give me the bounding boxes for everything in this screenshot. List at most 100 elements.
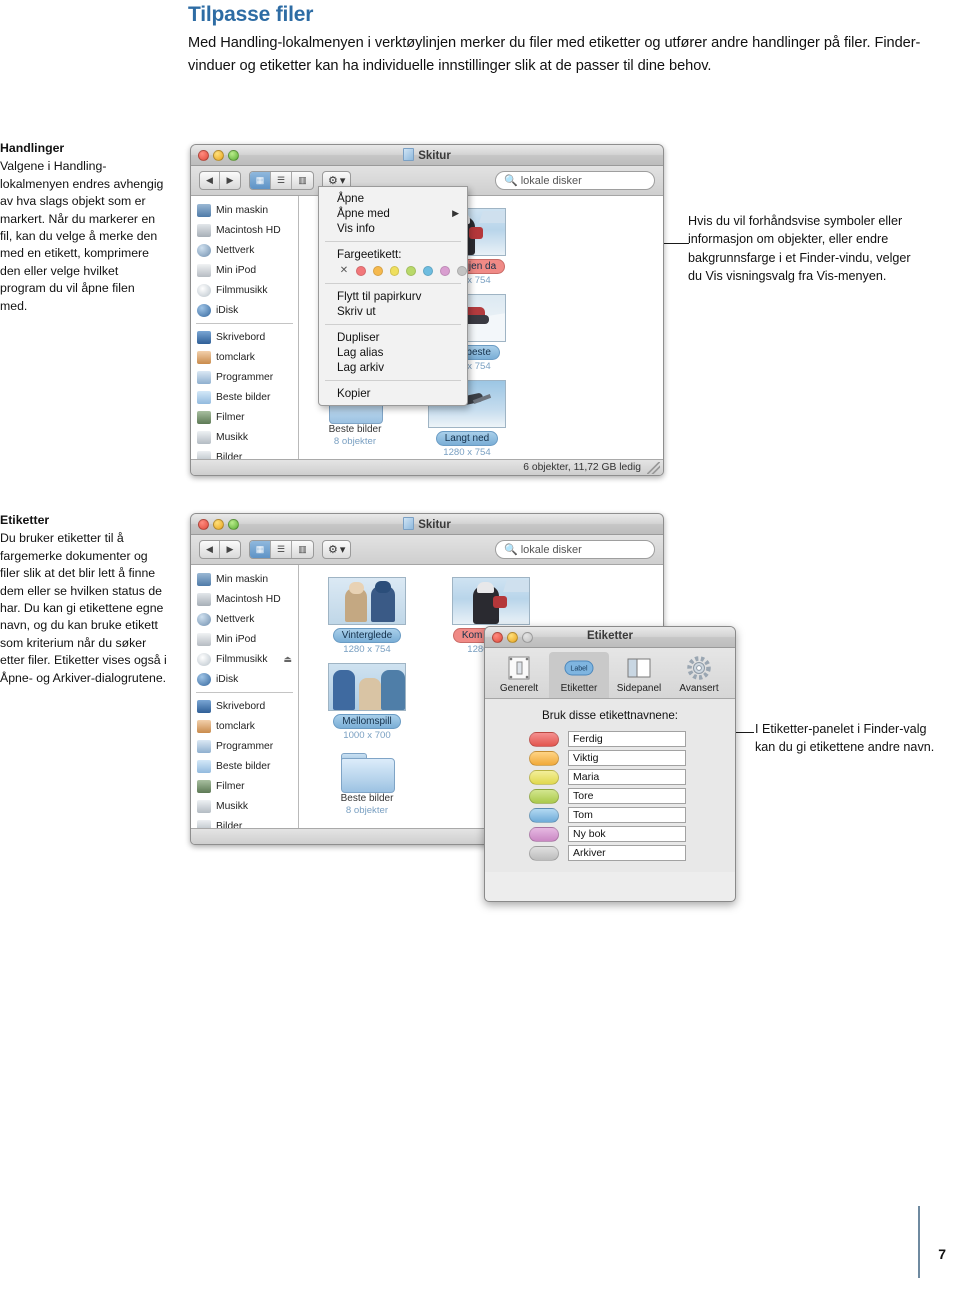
view-switcher[interactable]: ▦ ☰ ▥ bbox=[249, 171, 314, 190]
sidebar-item-macintosh-hd[interactable]: Macintosh HD bbox=[191, 220, 298, 240]
sidebar-item-tomclark[interactable]: tomclark bbox=[191, 347, 298, 367]
prefs-toolbar[interactable]: Generelt Label Etiketter Sidepanel Avans… bbox=[485, 648, 735, 699]
sidebar-item-min-maskin[interactable]: Min maskin bbox=[191, 200, 298, 220]
finder-sidebar[interactable]: Min maskin Macintosh HD Nettverk Min iPo… bbox=[191, 565, 299, 833]
sidebar-item-min-ipod[interactable]: Min iPod bbox=[191, 629, 298, 649]
sidebar-item-programmer[interactable]: Programmer bbox=[191, 736, 298, 756]
menu-item-kopier[interactable]: Kopier bbox=[319, 386, 467, 401]
resize-grip-icon[interactable] bbox=[647, 462, 660, 474]
sidebar-item-macintosh-hd[interactable]: Macintosh HD bbox=[191, 589, 298, 609]
label-row[interactable]: Tom bbox=[529, 807, 735, 823]
icon-view-icon[interactable]: ▦ bbox=[250, 541, 271, 558]
sidebar-item-nettverk[interactable]: Nettverk bbox=[191, 609, 298, 629]
menu-item-flytt-til-papirkurv[interactable]: Flytt til papirkurv bbox=[319, 289, 467, 304]
prefs-titlebar[interactable]: Etiketter bbox=[485, 627, 735, 648]
menu-item-apne[interactable]: Åpne bbox=[319, 191, 467, 206]
nav-buttons[interactable]: ◀ ▶ bbox=[199, 171, 241, 190]
list-view-icon[interactable]: ☰ bbox=[271, 541, 292, 558]
sidebar-item-min-maskin[interactable]: Min maskin bbox=[191, 569, 298, 589]
window-titlebar[interactable]: Skitur bbox=[191, 514, 663, 535]
column-view-icon[interactable]: ▥ bbox=[292, 541, 313, 558]
sidebar-item-idisk[interactable]: iDisk bbox=[191, 300, 298, 320]
label-color-chip[interactable] bbox=[529, 750, 559, 766]
sidebar-item-min-ipod[interactable]: Min iPod bbox=[191, 260, 298, 280]
sidebar-item-skrivebord[interactable]: Skrivebord bbox=[191, 327, 298, 347]
search-input[interactable]: 🔍 lokale disker bbox=[495, 171, 655, 190]
label-name-input[interactable]: Tore bbox=[568, 788, 686, 804]
label-color-chip[interactable] bbox=[529, 807, 559, 823]
sidebar-item-label: Macintosh HD bbox=[216, 224, 281, 236]
label-color-chip[interactable] bbox=[529, 826, 559, 842]
sidebar-item-musikk[interactable]: Musikk bbox=[191, 427, 298, 447]
sidebar-item-idisk[interactable]: iDisk bbox=[191, 669, 298, 689]
view-switcher[interactable]: ▦ ☰ ▥ bbox=[249, 540, 314, 559]
swatch-gray[interactable] bbox=[457, 265, 467, 276]
label-name-input[interactable]: Ferdig bbox=[568, 731, 686, 747]
label-row[interactable]: Viktig bbox=[529, 750, 735, 766]
menu-item-lag-arkiv[interactable]: Lag arkiv bbox=[319, 360, 467, 375]
sidebar-item-nettverk[interactable]: Nettverk bbox=[191, 240, 298, 260]
no-label-icon[interactable]: ✕ bbox=[339, 265, 349, 276]
action-gear-button[interactable]: ⚙ ▾ bbox=[322, 540, 352, 559]
label-row[interactable]: Ny bok bbox=[529, 826, 735, 842]
sidebar-item-tomclark[interactable]: tomclark bbox=[191, 716, 298, 736]
label-row[interactable]: Tore bbox=[529, 788, 735, 804]
nav-buttons[interactable]: ◀ ▶ bbox=[199, 540, 241, 559]
swatch-yellow[interactable] bbox=[389, 265, 400, 276]
swatch-red[interactable] bbox=[355, 265, 366, 276]
forward-arrow-icon[interactable]: ▶ bbox=[220, 541, 240, 558]
menu-item-vis-info[interactable]: Vis info bbox=[319, 221, 467, 236]
menu-item-skriv-ut[interactable]: Skriv ut bbox=[319, 304, 467, 319]
sidebar-item-filmer[interactable]: Filmer bbox=[191, 407, 298, 427]
window-titlebar[interactable]: Skitur bbox=[191, 145, 663, 166]
list-view-icon[interactable]: ☰ bbox=[271, 172, 292, 189]
tab-avansert[interactable]: Avansert bbox=[669, 652, 729, 698]
swatch-blue[interactable] bbox=[423, 265, 434, 276]
menu-item-apne-med[interactable]: Åpne med ▶ bbox=[319, 206, 467, 221]
sidebar-item-programmer[interactable]: Programmer bbox=[191, 367, 298, 387]
sidebar-item-filmmusikk[interactable]: Filmmusikk bbox=[191, 280, 298, 300]
eject-icon[interactable]: ⏏ bbox=[283, 654, 292, 665]
menu-item-dupliser[interactable]: Dupliser bbox=[319, 330, 467, 345]
sidebar-item-skrivebord[interactable]: Skrivebord bbox=[191, 696, 298, 716]
sidebar-item-beste-bilder[interactable]: Beste bilder bbox=[191, 756, 298, 776]
back-arrow-icon[interactable]: ◀ bbox=[200, 541, 220, 558]
action-menu[interactable]: Åpne Åpne med ▶ Vis info Fargeetikett: ✕… bbox=[318, 186, 468, 406]
label-name-input[interactable]: Maria bbox=[568, 769, 686, 785]
label-color-chip[interactable] bbox=[529, 845, 559, 861]
sidebar-item-beste-bilder[interactable]: Beste bilder bbox=[191, 387, 298, 407]
sidebar-item-filmmusikk[interactable]: Filmmusikk ⏏ bbox=[191, 649, 298, 669]
label-color-chip[interactable] bbox=[529, 788, 559, 804]
menu-item-lag-alias[interactable]: Lag alias bbox=[319, 345, 467, 360]
swatch-green[interactable] bbox=[406, 265, 417, 276]
finder-preferences-window[interactable]: Etiketter Generelt Label Etiketter Sidep… bbox=[484, 626, 736, 902]
forward-arrow-icon[interactable]: ▶ bbox=[220, 172, 240, 189]
file-item[interactable]: Vinterglede 1280 x 754 bbox=[321, 577, 413, 655]
label-row[interactable]: Maria bbox=[529, 769, 735, 785]
file-item[interactable]: Beste bilder 8 objekter bbox=[321, 749, 413, 816]
swatch-purple[interactable] bbox=[440, 265, 451, 276]
sidebar-item-filmer[interactable]: Filmer bbox=[191, 776, 298, 796]
sidebar-item-musikk[interactable]: Musikk bbox=[191, 796, 298, 816]
label-color-chip[interactable] bbox=[529, 769, 559, 785]
tab-etiketter[interactable]: Label Etiketter bbox=[549, 652, 609, 698]
tab-generelt[interactable]: Generelt bbox=[489, 652, 549, 698]
finder-toolbar[interactable]: ◀ ▶ ▦ ☰ ▥ ⚙ ▾ 🔍 lokale disker bbox=[191, 535, 663, 565]
back-arrow-icon[interactable]: ◀ bbox=[200, 172, 220, 189]
column-view-icon[interactable]: ▥ bbox=[292, 172, 313, 189]
color-label-swatches[interactable]: ✕ bbox=[319, 262, 467, 278]
sidebar-item-label: Filmer bbox=[216, 780, 245, 792]
icon-view-icon[interactable]: ▦ bbox=[250, 172, 271, 189]
file-item[interactable]: Mellomspill 1000 x 700 bbox=[321, 663, 413, 741]
label-name-input[interactable]: Arkiver bbox=[568, 845, 686, 861]
search-input[interactable]: 🔍 lokale disker bbox=[495, 540, 655, 559]
swatch-orange[interactable] bbox=[372, 265, 383, 276]
label-name-input[interactable]: Ny bok bbox=[568, 826, 686, 842]
finder-sidebar[interactable]: Min maskin Macintosh HD Nettverk Min iPo… bbox=[191, 196, 299, 464]
label-row[interactable]: Ferdig bbox=[529, 731, 735, 747]
label-name-input[interactable]: Viktig bbox=[568, 750, 686, 766]
label-name-input[interactable]: Tom bbox=[568, 807, 686, 823]
label-color-chip[interactable] bbox=[529, 731, 559, 747]
tab-sidepanel[interactable]: Sidepanel bbox=[609, 652, 669, 698]
label-row[interactable]: Arkiver bbox=[529, 845, 735, 861]
